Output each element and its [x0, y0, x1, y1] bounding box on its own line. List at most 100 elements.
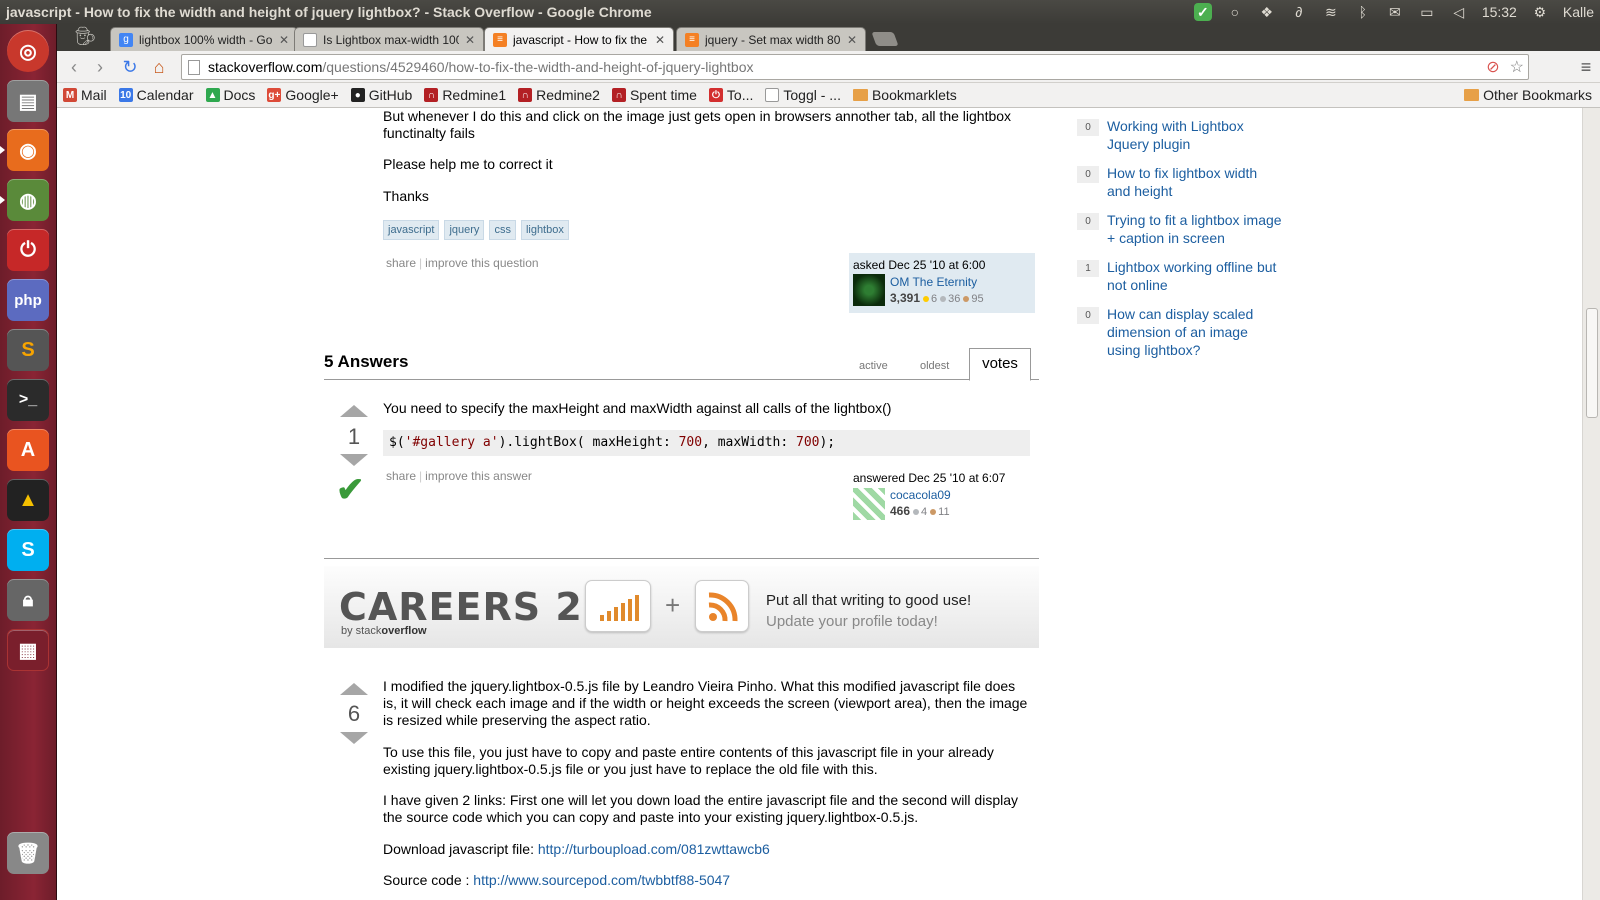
- tag[interactable]: jquery: [444, 220, 485, 240]
- scrollbar-thumb[interactable]: [1586, 308, 1598, 418]
- tab-oldest[interactable]: oldest: [920, 360, 949, 372]
- blocked-content-icon[interactable]: ⊘: [1486, 57, 1499, 77]
- dash-icon[interactable]: ◎: [7, 30, 49, 72]
- bookmark-item[interactable]: ∩ Redmine2: [518, 87, 600, 103]
- scrollbar[interactable]: [1582, 108, 1600, 900]
- bookmark-item[interactable]: ∩ Spent time: [611, 87, 697, 103]
- related-question-link[interactable]: How can display scaled dimension of an i…: [1107, 305, 1282, 359]
- vlc-icon[interactable]: ▲: [7, 479, 49, 521]
- improve-answer-link[interactable]: improve this answer: [425, 469, 532, 483]
- wifi-icon[interactable]: ≋: [1322, 3, 1340, 21]
- tab-set-max-width[interactable]: ≡ jquery - Set max width 80 ✕: [676, 27, 866, 51]
- bluetooth-icon[interactable]: ᛒ: [1354, 3, 1372, 21]
- home-icon[interactable]: ⌂: [148, 56, 170, 78]
- close-icon[interactable]: ✕: [465, 33, 475, 47]
- tag[interactable]: lightbox: [520, 220, 569, 240]
- tag[interactable]: javascript: [383, 220, 440, 240]
- bookmark-star-icon[interactable]: ☆: [1510, 57, 1524, 77]
- improve-question-link[interactable]: improve this question: [425, 256, 538, 270]
- bookmark-item[interactable]: Toggl - ...: [765, 87, 841, 103]
- bookmark-item[interactable]: ⏻ To...: [708, 87, 753, 103]
- avatar[interactable]: [853, 274, 885, 306]
- download-link[interactable]: http://turboupload.com/081zwttawcb6: [538, 841, 770, 857]
- related-question-link[interactable]: Lightbox working offline but not online: [1107, 258, 1282, 294]
- bookmark-item[interactable]: g+ Google+: [267, 87, 339, 103]
- reload-icon[interactable]: ↻: [119, 56, 141, 78]
- launcher: ◎ ▤ ◉ ◍ ⏻ php S >_ A ▲ S 🔒︎ ▦ 🗑︎: [0, 24, 57, 900]
- bulb-icon[interactable]: ○: [1226, 3, 1244, 21]
- careers-headline: Put all that writing to good use!: [766, 592, 972, 609]
- workspaces-icon[interactable]: ▦: [7, 629, 49, 671]
- user-link[interactable]: OM The Eternity: [890, 274, 984, 290]
- source-link[interactable]: http://www.sourcepod.com/twbbtf88-5047: [473, 872, 730, 888]
- update-check-icon[interactable]: ✓: [1193, 3, 1212, 21]
- mail-icon[interactable]: ✉: [1386, 3, 1404, 21]
- volume-icon[interactable]: ◁: [1450, 3, 1468, 21]
- php-icon[interactable]: php: [7, 279, 49, 321]
- tab-lightbox-width[interactable]: g lightbox 100% width - Go ✕: [110, 27, 298, 51]
- terminal-icon[interactable]: >_: [7, 379, 49, 421]
- careers-ad[interactable]: CAREERS 2.0 by stackoverflow + Put all t…: [324, 566, 1039, 648]
- bronze-badge-icon: [930, 508, 937, 515]
- downvote-icon[interactable]: [340, 732, 368, 744]
- other-bookmarks[interactable]: Other Bookmarks: [1464, 87, 1592, 103]
- careers-by-prefix: by stack: [341, 625, 382, 637]
- close-icon[interactable]: ✕: [279, 33, 289, 47]
- bookmark-item[interactable]: 10 Calendar: [118, 87, 194, 103]
- gear-icon[interactable]: ⚙: [1531, 3, 1549, 21]
- related-question-link[interactable]: Trying to fit a lightbox image + caption…: [1107, 211, 1282, 247]
- share-link[interactable]: share: [386, 256, 416, 270]
- lock-icon[interactable]: 🔒︎: [7, 579, 49, 621]
- firefox-icon[interactable]: ◉: [7, 129, 49, 171]
- related-question-link[interactable]: How to fix lightbox width and height: [1107, 164, 1282, 200]
- tag[interactable]: css: [489, 220, 516, 240]
- answer-count-badge: 0: [1077, 166, 1099, 183]
- downvote-icon[interactable]: [340, 454, 368, 466]
- tab-how-to-fix[interactable]: ≡ javascript - How to fix the ✕: [484, 27, 674, 51]
- sublime-icon[interactable]: S: [7, 329, 49, 371]
- paperclip-icon[interactable]: ∂: [1290, 3, 1308, 21]
- asked-time: asked Dec 25 '10 at 6:00: [853, 258, 986, 272]
- silver-badge-count: 36: [948, 293, 961, 305]
- tab-label: lightbox 100% width - Go: [139, 32, 273, 47]
- bookmark-item[interactable]: ∩ Redmine1: [424, 87, 506, 103]
- tab-votes[interactable]: votes: [969, 348, 1031, 381]
- software-center-icon[interactable]: A: [7, 429, 49, 471]
- close-icon[interactable]: ✕: [655, 33, 665, 47]
- bookmark-item[interactable]: ▲ Docs: [205, 87, 255, 103]
- tab-lightbox-max-width[interactable]: Is Lightbox max-width 100 ✕: [294, 27, 484, 51]
- upvote-icon[interactable]: [340, 683, 368, 695]
- related-question-link[interactable]: Working with Lightbox Jquery plugin: [1107, 117, 1282, 153]
- back-icon[interactable]: ‹: [63, 56, 85, 78]
- skype-icon[interactable]: S: [7, 529, 49, 571]
- address-bar[interactable]: stackoverflow.com/questions/4529460/how-…: [181, 54, 1529, 80]
- new-tab-button[interactable]: [871, 32, 899, 46]
- trash-icon[interactable]: 🗑︎: [7, 832, 49, 874]
- tab-active[interactable]: active: [859, 360, 888, 372]
- dropbox-icon[interactable]: ❖: [1258, 3, 1276, 21]
- bookmark-label: Redmine2: [536, 87, 600, 103]
- battery-icon[interactable]: ▭: [1418, 3, 1436, 21]
- menu-icon[interactable]: ≡: [1575, 56, 1597, 78]
- bookmark-item[interactable]: Bookmarklets: [852, 87, 957, 103]
- bookmark-item[interactable]: ● GitHub: [350, 87, 412, 103]
- running-indicator: [0, 196, 5, 204]
- close-icon[interactable]: ✕: [847, 33, 857, 47]
- upvote-icon[interactable]: [340, 405, 368, 417]
- user-name[interactable]: Kalle: [1563, 4, 1594, 20]
- avatar[interactable]: [853, 488, 885, 520]
- system-tray: ✓ ○ ❖ ∂ ≋ ᛒ ✉ ▭ ◁ 15:32 ⚙ Kalle: [1193, 0, 1594, 24]
- clock[interactable]: 15:32: [1482, 4, 1517, 20]
- bookmark-item[interactable]: M Mail: [63, 87, 107, 103]
- source-label: Source code :: [383, 872, 474, 888]
- question-paragraph: Thanks: [383, 188, 429, 204]
- files-icon[interactable]: ▤: [7, 80, 49, 122]
- shutdown-icon[interactable]: ⏻: [7, 229, 49, 271]
- power-icon: ⏻: [708, 88, 723, 102]
- user-link[interactable]: cocacola09: [890, 487, 951, 503]
- question-menu: share | improve this question: [386, 256, 539, 270]
- forward-icon[interactable]: ›: [89, 56, 111, 78]
- share-link[interactable]: share: [386, 469, 416, 483]
- chrome-icon[interactable]: ◍: [7, 179, 49, 221]
- code-block: $('#gallery a').lightBox( maxHeight: 700…: [383, 430, 1030, 456]
